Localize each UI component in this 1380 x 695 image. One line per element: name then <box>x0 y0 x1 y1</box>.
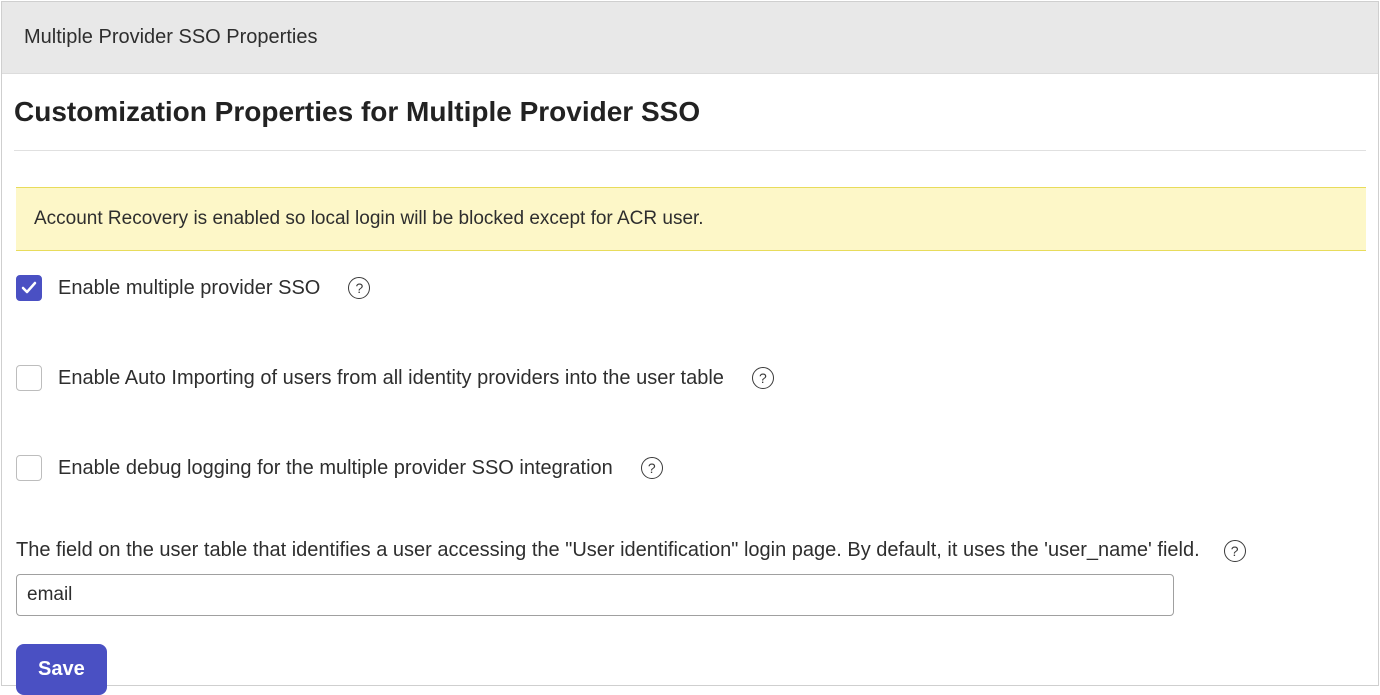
user-id-field-label: The field on the user table that identif… <box>16 539 1200 562</box>
enable-sso-row: Enable multiple provider SSO ? <box>14 269 1366 307</box>
help-icon[interactable]: ? <box>348 277 370 299</box>
enable-sso-label: Enable multiple provider SSO <box>58 277 320 300</box>
info-banner: Account Recovery is enabled so local log… <box>16 187 1366 251</box>
header-bar: Multiple Provider SSO Properties <box>2 2 1378 74</box>
info-banner-text: Account Recovery is enabled so local log… <box>34 208 704 229</box>
auto-import-checkbox[interactable] <box>16 365 42 391</box>
page-title: Customization Properties for Multiple Pr… <box>14 96 1366 151</box>
debug-logging-row: Enable debug logging for the multiple pr… <box>14 449 1366 487</box>
auto-import-label: Enable Auto Importing of users from all … <box>58 367 724 390</box>
check-icon <box>21 280 37 296</box>
user-id-field-input[interactable] <box>16 574 1174 616</box>
header-title: Multiple Provider SSO Properties <box>24 26 1356 49</box>
save-button[interactable]: Save <box>16 644 107 695</box>
debug-logging-checkbox[interactable] <box>16 455 42 481</box>
help-icon[interactable]: ? <box>752 367 774 389</box>
help-icon[interactable]: ? <box>641 457 663 479</box>
enable-sso-checkbox[interactable] <box>16 275 42 301</box>
debug-logging-label: Enable debug logging for the multiple pr… <box>58 457 613 480</box>
help-icon[interactable]: ? <box>1224 540 1246 562</box>
user-id-field-section: The field on the user table that identif… <box>14 539 1366 616</box>
auto-import-row: Enable Auto Importing of users from all … <box>14 359 1366 397</box>
